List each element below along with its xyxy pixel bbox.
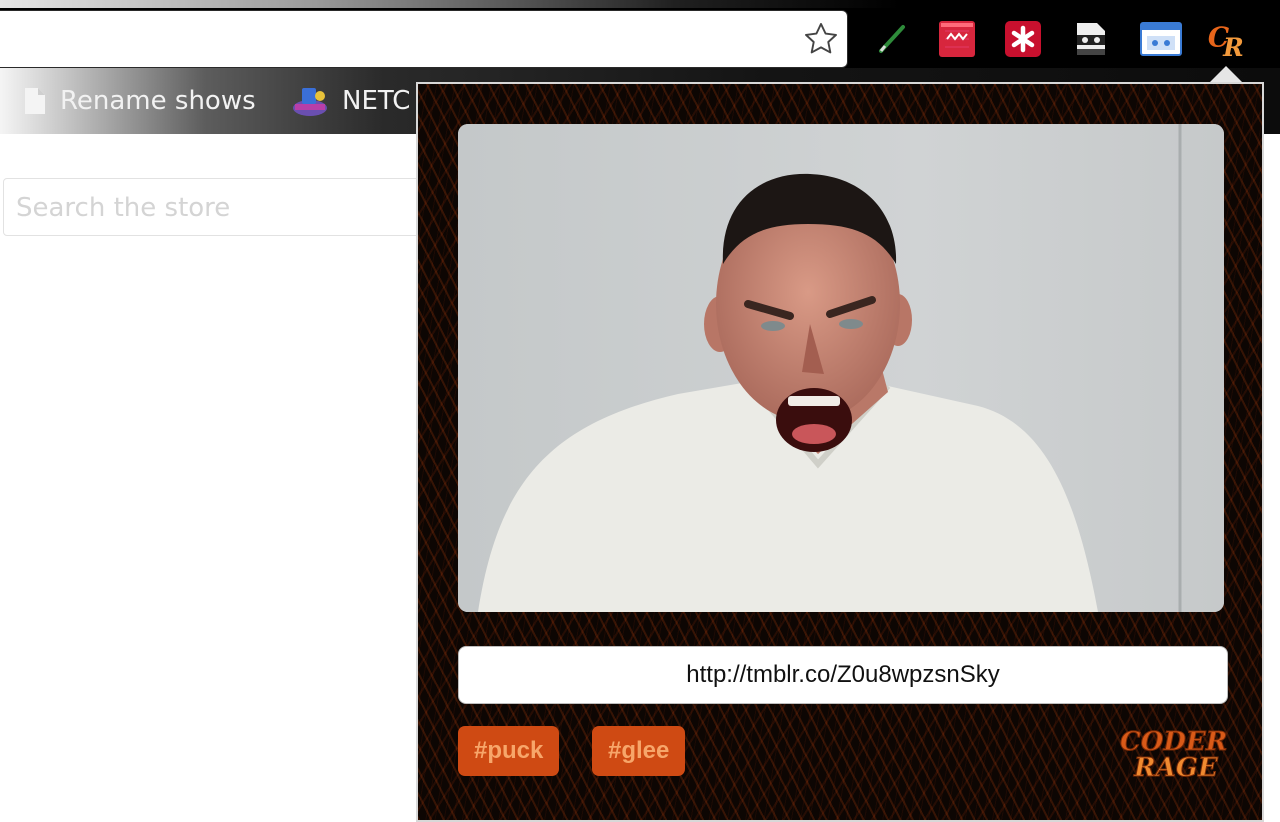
lastpass-extension-button[interactable] bbox=[1002, 18, 1044, 60]
coder-rage-popup: http://tmblr.co/Z0u8wpzsnSky #puck #glee… bbox=[416, 82, 1264, 822]
masked-thief-extension-icon bbox=[1077, 23, 1105, 55]
lastpass-extension-icon bbox=[1005, 21, 1041, 57]
coder-rage-extension-icon: C R bbox=[1208, 23, 1244, 61]
window-screenshot-extension-icon bbox=[1140, 22, 1182, 56]
svg-text:R: R bbox=[1222, 33, 1244, 61]
coder-rage-logo: CODER RAGE bbox=[1118, 724, 1228, 784]
address-bar[interactable] bbox=[0, 10, 848, 68]
zipper-extension-icon bbox=[939, 21, 975, 57]
tag-puck[interactable]: #puck bbox=[458, 726, 560, 776]
search-placeholder: Search the store bbox=[16, 193, 231, 223]
pen-extension-button[interactable] bbox=[870, 18, 912, 60]
tag-glee[interactable]: #glee bbox=[592, 726, 686, 776]
bookmark-label: Rename shows bbox=[60, 86, 256, 116]
bookmark-star-button[interactable] bbox=[801, 19, 841, 59]
coder-rage-extension-button[interactable]: C R bbox=[1206, 18, 1248, 61]
svg-text:RAGE: RAGE bbox=[1133, 753, 1219, 780]
rage-gif[interactable] bbox=[458, 124, 1224, 612]
bookmark-label: NETC bbox=[342, 86, 411, 116]
zipper-extension-button[interactable] bbox=[936, 18, 978, 60]
bookmark-rename-shows[interactable]: Rename shows bbox=[22, 82, 256, 120]
browser-toolbar: C R bbox=[0, 0, 1280, 68]
star-icon bbox=[805, 23, 837, 54]
short-url-field[interactable]: http://tmblr.co/Z0u8wpzsnSky bbox=[458, 646, 1228, 704]
window-screenshot-extension-button[interactable] bbox=[1140, 18, 1182, 60]
masked-thief-extension-button[interactable] bbox=[1070, 18, 1112, 60]
bookmark-netc[interactable]: NETC bbox=[290, 82, 410, 120]
popup-pointer bbox=[1210, 66, 1242, 82]
page-icon bbox=[22, 86, 48, 116]
store-search-input[interactable]: Search the store bbox=[3, 178, 443, 236]
netflix-cloud-icon bbox=[290, 86, 330, 116]
pen-extension-icon bbox=[879, 25, 905, 53]
tab-strip-fade bbox=[0, 0, 900, 8]
rage-gif-image bbox=[458, 124, 1224, 612]
